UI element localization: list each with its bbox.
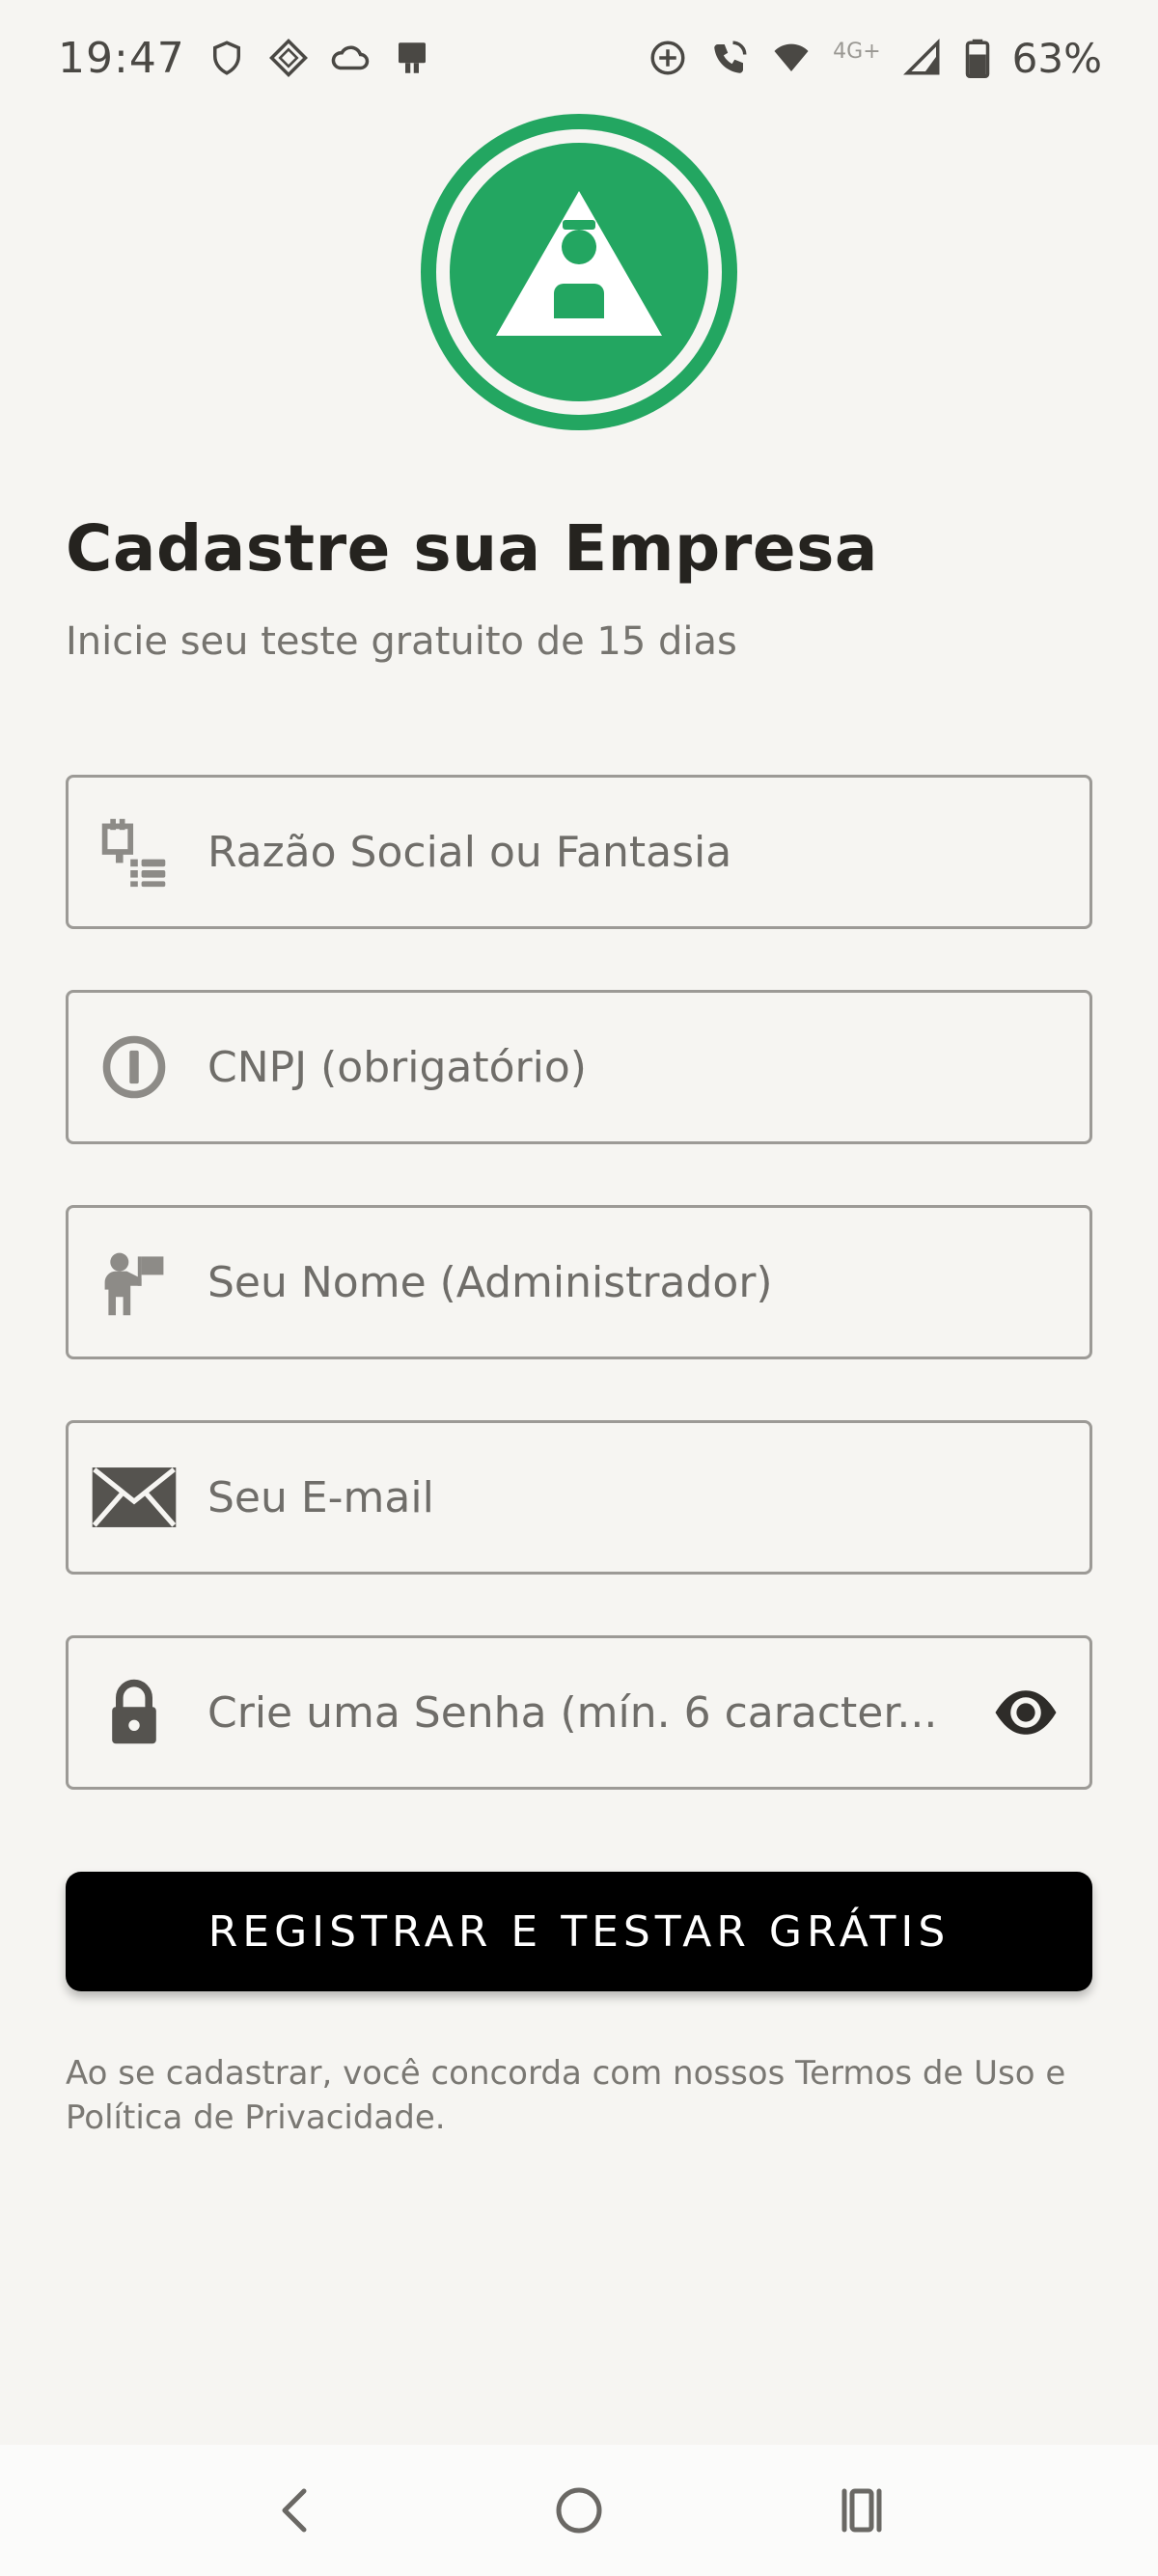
- envelope-icon: [86, 1449, 182, 1546]
- cnpj-field[interactable]: [66, 990, 1092, 1144]
- battery-icon: [964, 38, 991, 78]
- user-triangle-logo: [421, 114, 737, 430]
- status-time: 19:47: [58, 33, 185, 83]
- cnpj-input[interactable]: [207, 993, 960, 1141]
- wifi-call-icon: [709, 38, 750, 78]
- battery-percent: 63%: [1011, 34, 1102, 82]
- recents-icon[interactable]: [823, 2472, 900, 2549]
- status-right: 4G+ 63%: [648, 35, 1102, 82]
- wifi-icon: [771, 38, 812, 78]
- page-subtitle: Inicie seu teste gratuito de 15 dias: [66, 619, 737, 664]
- eye-icon[interactable]: [991, 1678, 1061, 1747]
- email-field[interactable]: [66, 1420, 1092, 1575]
- name-field[interactable]: [66, 1205, 1092, 1359]
- company-field[interactable]: [66, 775, 1092, 929]
- add-circle-icon: [648, 38, 688, 78]
- presenter-icon: [86, 1234, 182, 1330]
- password-input[interactable]: [207, 1638, 979, 1787]
- shield-icon: [207, 38, 247, 78]
- navigation-bar: [0, 2445, 1158, 2576]
- location-diamond-icon: [268, 38, 309, 78]
- register-button[interactable]: REGISTRAR E TESTAR GRÁTIS: [66, 1872, 1092, 1991]
- tablet-icon: [392, 38, 432, 78]
- building-icon: [86, 804, 182, 900]
- name-input[interactable]: [207, 1208, 960, 1357]
- lock-icon: [86, 1664, 182, 1761]
- email-input[interactable]: [207, 1423, 960, 1572]
- info-icon: [86, 1019, 182, 1115]
- status-bar: 19:47 4G+ 63%: [0, 0, 1158, 116]
- terms-text: Ao se cadastrar, você concorda com nosso…: [66, 2054, 1066, 2137]
- home-icon[interactable]: [540, 2472, 618, 2549]
- network-type: 4G+: [833, 39, 881, 64]
- page-title: Cadastre sua Empresa: [66, 511, 878, 586]
- app-logo: [421, 114, 737, 430]
- signal-icon: [902, 38, 943, 78]
- status-left: 19:47: [58, 34, 432, 83]
- company-input[interactable]: [207, 778, 960, 926]
- back-icon[interactable]: [258, 2472, 335, 2549]
- password-field[interactable]: [66, 1635, 1092, 1790]
- cloud-icon: [330, 38, 371, 78]
